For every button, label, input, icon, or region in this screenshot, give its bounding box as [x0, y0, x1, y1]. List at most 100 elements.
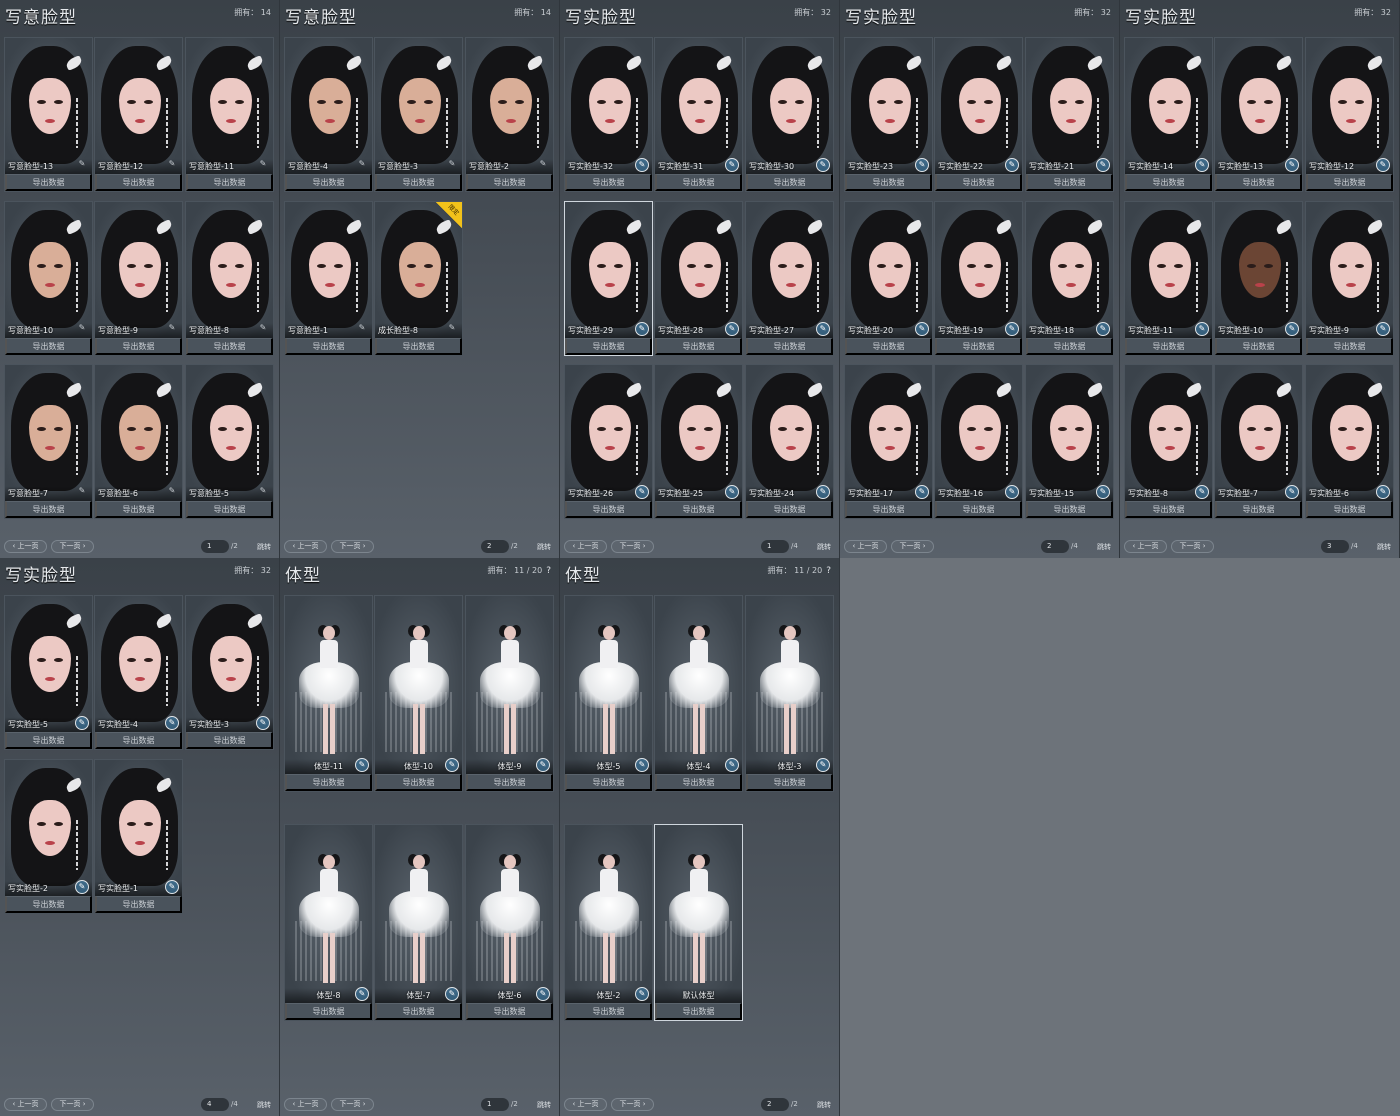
face-preview[interactable]: 写实脸型-30 ✎ [746, 38, 833, 174]
export-data-button[interactable]: 导出数据 [935, 174, 1022, 191]
export-data-button[interactable]: 导出数据 [655, 1003, 742, 1020]
face-preview[interactable]: 写意脸型-9 ✎ [95, 202, 182, 338]
face-preview[interactable]: 写实脸型-22 ✎ [935, 38, 1022, 174]
face-preview[interactable]: 写实脸型-4 ✎ [95, 596, 182, 732]
face-card[interactable]: 写意脸型-8 ✎ 导出数据 [185, 201, 274, 356]
prev-page-button[interactable]: ‹ 上一页 [284, 540, 327, 553]
jump-button[interactable]: 跳转 [537, 542, 551, 552]
brush-icon[interactable]: ✎ [75, 716, 89, 730]
help-icon[interactable]: ? [826, 566, 831, 576]
face-preview[interactable]: 写意脸型-5 ✎ [186, 365, 273, 501]
brush-icon[interactable]: ✎ [1376, 322, 1390, 336]
next-page-button[interactable]: 下一页 › [331, 1098, 374, 1111]
jump-button[interactable]: 跳转 [1377, 542, 1391, 552]
page-number-input[interactable]: 3 [1321, 540, 1349, 553]
brush-icon[interactable]: ✎ [915, 158, 929, 172]
brush-icon[interactable]: ✎ [75, 880, 89, 894]
brush-icon[interactable]: ✎ [165, 158, 179, 172]
face-preview[interactable]: 写实脸型-19 ✎ [935, 202, 1022, 338]
face-card[interactable]: 写实脸型-12 ✎ 导出数据 [1305, 37, 1394, 192]
brush-icon[interactable]: ✎ [165, 716, 179, 730]
brush-icon[interactable]: ✎ [816, 485, 830, 499]
face-preview[interactable]: 写实脸型-24 ✎ [746, 365, 833, 501]
brush-icon[interactable]: ✎ [445, 322, 459, 336]
export-data-button[interactable]: 导出数据 [746, 501, 833, 518]
body-card[interactable]: 体型-8 ✎ 导出数据 [284, 824, 373, 1021]
export-data-button[interactable]: 导出数据 [655, 501, 742, 518]
brush-icon[interactable]: ✎ [1195, 158, 1209, 172]
brush-icon[interactable]: ✎ [445, 987, 459, 1001]
face-card[interactable]: 写意脸型-1 ✎ 导出数据 [284, 201, 373, 356]
body-card[interactable]: 体型-2 ✎ 导出数据 [564, 824, 653, 1021]
brush-icon[interactable]: ✎ [915, 485, 929, 499]
brush-icon[interactable]: ✎ [1096, 158, 1110, 172]
brush-icon[interactable]: ✎ [725, 158, 739, 172]
body-preview[interactable]: 体型-2 ✎ [565, 825, 652, 1003]
prev-page-button[interactable]: ‹ 上一页 [1124, 540, 1167, 553]
face-preview[interactable]: 写实脸型-3 ✎ [186, 596, 273, 732]
face-card[interactable]: 写意脸型-10 ✎ 导出数据 [4, 201, 93, 356]
face-preview[interactable]: 写实脸型-31 ✎ [655, 38, 742, 174]
face-card[interactable]: 写实脸型-28 ✎ 导出数据 [654, 201, 743, 356]
face-card[interactable]: 限定 成长脸型-8 ✎ 导出数据 [374, 201, 463, 356]
jump-button[interactable]: 跳转 [817, 1100, 831, 1110]
export-data-button[interactable]: 导出数据 [845, 338, 932, 355]
face-preview[interactable]: 写实脸型-16 ✎ [935, 365, 1022, 501]
face-preview[interactable]: 写实脸型-6 ✎ [1306, 365, 1393, 501]
export-data-button[interactable]: 导出数据 [466, 174, 553, 191]
export-data-button[interactable]: 导出数据 [5, 732, 92, 749]
brush-icon[interactable]: ✎ [635, 987, 649, 1001]
face-card[interactable]: 写意脸型-13 ✎ 导出数据 [4, 37, 93, 192]
next-page-button[interactable]: 下一页 › [891, 540, 934, 553]
export-data-button[interactable]: 导出数据 [95, 501, 182, 518]
face-preview[interactable]: 写实脸型-28 ✎ [655, 202, 742, 338]
body-card[interactable]: 体型-4 ✎ 导出数据 [654, 595, 743, 792]
export-data-button[interactable]: 导出数据 [1306, 174, 1393, 191]
brush-icon[interactable]: ✎ [445, 758, 459, 772]
body-card[interactable]: 体型-3 ✎ 导出数据 [745, 595, 834, 792]
face-card[interactable]: 写实脸型-5 ✎ 导出数据 [4, 595, 93, 750]
face-card[interactable]: 写实脸型-20 ✎ 导出数据 [844, 201, 933, 356]
brush-icon[interactable]: ✎ [635, 158, 649, 172]
face-preview[interactable]: 写实脸型-32 ✎ [565, 38, 652, 174]
prev-page-button[interactable]: ‹ 上一页 [564, 1098, 607, 1111]
face-card[interactable]: 写实脸型-19 ✎ 导出数据 [934, 201, 1023, 356]
face-card[interactable]: 写实脸型-18 ✎ 导出数据 [1025, 201, 1114, 356]
export-data-button[interactable]: 导出数据 [1306, 501, 1393, 518]
face-card[interactable]: 写实脸型-17 ✎ 导出数据 [844, 364, 933, 519]
export-data-button[interactable]: 导出数据 [1026, 501, 1113, 518]
brush-icon[interactable]: ✎ [1285, 158, 1299, 172]
export-data-button[interactable]: 导出数据 [935, 338, 1022, 355]
export-data-button[interactable]: 导出数据 [5, 174, 92, 191]
prev-page-button[interactable]: ‹ 上一页 [284, 1098, 327, 1111]
brush-icon[interactable]: ✎ [536, 158, 550, 172]
face-preview[interactable]: 写意脸型-11 ✎ [186, 38, 273, 174]
body-preview[interactable]: 体型-10 ✎ [375, 596, 462, 774]
face-preview[interactable]: 写意脸型-1 ✎ [285, 202, 372, 338]
face-preview[interactable]: 写实脸型-29 ✎ [565, 202, 652, 338]
face-card[interactable]: 写实脸型-9 ✎ 导出数据 [1305, 201, 1394, 356]
export-data-button[interactable]: 导出数据 [746, 774, 833, 791]
brush-icon[interactable]: ✎ [355, 987, 369, 1001]
brush-icon[interactable]: ✎ [816, 758, 830, 772]
body-preview[interactable]: 体型-3 ✎ [746, 596, 833, 774]
brush-icon[interactable]: ✎ [1005, 322, 1019, 336]
jump-button[interactable]: 跳转 [257, 1100, 271, 1110]
face-preview[interactable]: 写实脸型-25 ✎ [655, 365, 742, 501]
brush-icon[interactable]: ✎ [355, 158, 369, 172]
brush-icon[interactable]: ✎ [1096, 485, 1110, 499]
body-preview[interactable]: 体型-8 ✎ [285, 825, 372, 1003]
face-card[interactable]: 写实脸型-21 ✎ 导出数据 [1025, 37, 1114, 192]
next-page-button[interactable]: 下一页 › [611, 540, 654, 553]
body-preview[interactable]: 体型-11 ✎ [285, 596, 372, 774]
brush-icon[interactable]: ✎ [75, 158, 89, 172]
export-data-button[interactable]: 导出数据 [935, 501, 1022, 518]
face-preview[interactable]: 写实脸型-9 ✎ [1306, 202, 1393, 338]
face-card[interactable]: 写实脸型-2 ✎ 导出数据 [4, 759, 93, 914]
brush-icon[interactable]: ✎ [725, 758, 739, 772]
face-preview[interactable]: 写实脸型-13 ✎ [1215, 38, 1302, 174]
export-data-button[interactable]: 导出数据 [95, 174, 182, 191]
brush-icon[interactable]: ✎ [165, 322, 179, 336]
brush-icon[interactable]: ✎ [1005, 485, 1019, 499]
page-number-input[interactable]: 2 [761, 1098, 789, 1111]
